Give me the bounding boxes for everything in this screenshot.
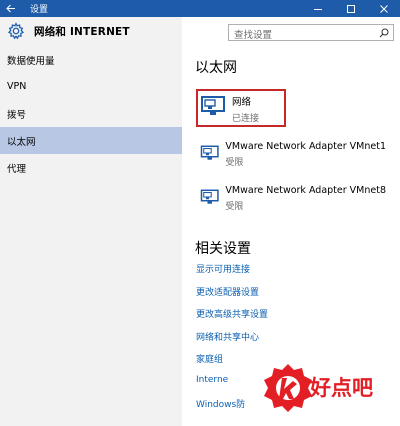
maximize-icon (346, 4, 355, 13)
maximize-button[interactable] (334, 0, 367, 17)
sidebar: 网络和 INTERNET 数据使用量 VPN 拨号 以太网 代理 (0, 17, 182, 426)
search-placeholder: 查找设置 (234, 30, 273, 41)
back-arrow-icon (6, 4, 15, 13)
network-name: 网络 (232, 97, 252, 108)
search-icon[interactable] (379, 28, 389, 38)
page-title: 以太网 (195, 60, 237, 76)
link-network-sharing-center[interactable]: 网络和共享中心 (196, 330, 268, 353)
sidebar-item-dialup[interactable]: 拨号 (0, 100, 182, 127)
search-input[interactable]: 查找设置 (228, 24, 394, 41)
close-button[interactable] (367, 0, 400, 17)
close-icon (379, 4, 388, 13)
minimize-button[interactable] (301, 0, 334, 17)
watermark-text: 好点吧 (310, 376, 373, 400)
network-item[interactable]: VMware Network Adapter VMnet8 受限 (196, 183, 386, 221)
window-title: 设置 (30, 5, 49, 15)
sidebar-item-proxy[interactable]: 代理 (0, 154, 182, 181)
network-status: 已连接 (232, 114, 260, 124)
sidebar-item-data-usage[interactable]: 数据使用量 (0, 46, 182, 73)
back-button[interactable] (0, 0, 22, 17)
sidebar-header: 网络和 INTERNET (7, 22, 130, 40)
network-name: VMware Network Adapter VMnet1 (225, 141, 386, 152)
sidebar-item-vpn[interactable]: VPN (0, 73, 182, 100)
ethernet-icon (201, 96, 225, 115)
minimize-icon (313, 8, 322, 10)
related-settings-title: 相关设置 (195, 241, 251, 257)
sidebar-item-ethernet[interactable]: 以太网 (0, 127, 182, 154)
ethernet-icon (200, 145, 219, 160)
gear-icon (7, 22, 25, 40)
network-item[interactable]: VMware Network Adapter VMnet1 受限 (196, 139, 386, 177)
sidebar-nav: 数据使用量 VPN 拨号 以太网 代理 (0, 46, 182, 181)
network-status: 受限 (225, 202, 244, 212)
link-change-adapter-settings[interactable]: 更改适配器设置 (196, 285, 268, 308)
link-change-advanced-sharing[interactable]: 更改高级共享设置 (196, 307, 268, 330)
ethernet-icon (200, 189, 219, 204)
section-header-title: 网络和 INTERNET (34, 25, 130, 38)
network-item[interactable]: 网络 已连接 (196, 92, 386, 130)
network-status: 受限 (225, 158, 244, 168)
link-show-available-connections[interactable]: 显示可用连接 (196, 262, 268, 285)
title-bar: 设置 (0, 0, 400, 17)
network-name: VMware Network Adapter VMnet8 (225, 185, 386, 196)
